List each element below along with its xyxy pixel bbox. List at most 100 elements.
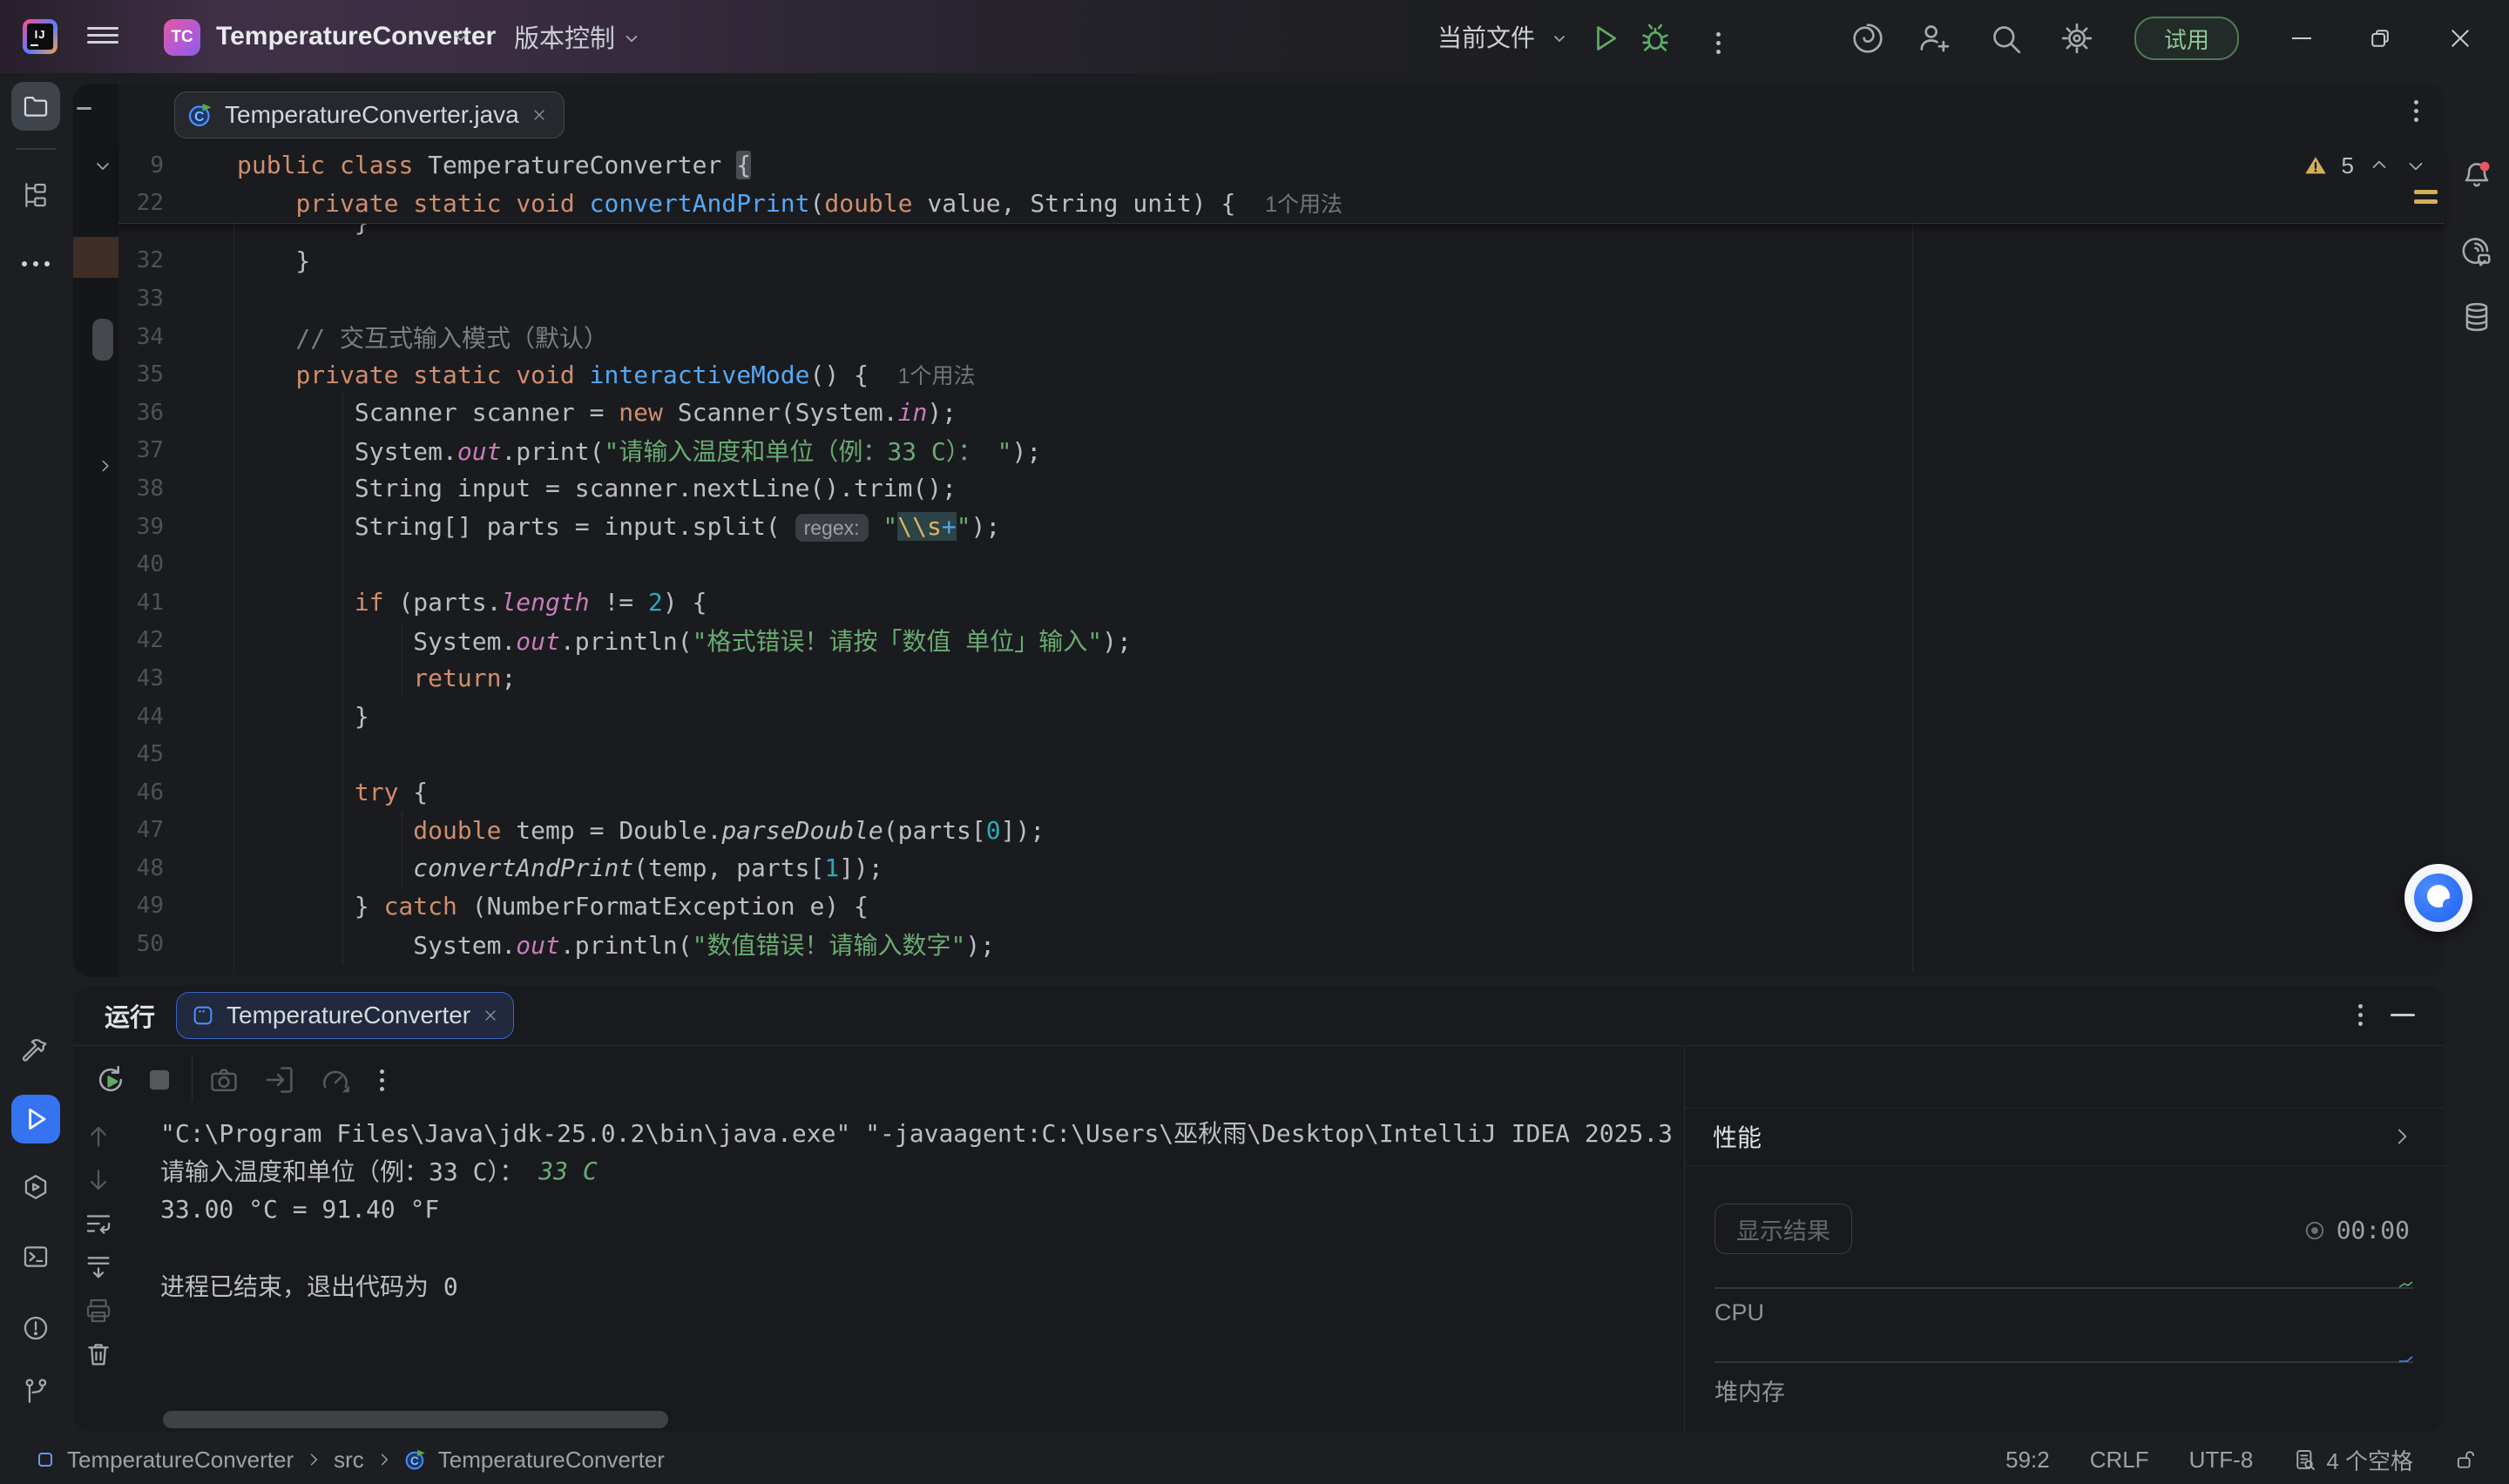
code-line[interactable]: 46 try { xyxy=(118,773,2445,812)
editor-tab-options-icon[interactable] xyxy=(2414,96,2418,126)
next-warning-icon[interactable] xyxy=(2404,154,2427,177)
code-line[interactable]: 40 xyxy=(118,545,2445,583)
sidebar-item-terminal[interactable] xyxy=(11,1232,60,1281)
stop-icon[interactable] xyxy=(143,1063,176,1096)
floating-assistant-ball[interactable] xyxy=(2404,864,2472,932)
code-line[interactable]: 37 System.out.print("请输入温度和单位（例：33 C）： "… xyxy=(118,432,2445,470)
line-number[interactable]: 40 xyxy=(118,551,164,577)
code-line[interactable]: 33 xyxy=(118,280,2445,318)
code-line[interactable]: 45 xyxy=(118,735,2445,773)
sidebar-item-run[interactable] xyxy=(11,1095,60,1143)
fold-chevron-down-icon[interactable] xyxy=(92,156,113,177)
performance-header[interactable]: 性能 xyxy=(1685,1108,2445,1166)
main-menu-icon[interactable] xyxy=(87,23,118,51)
breadcrumb-src[interactable]: src xyxy=(334,1447,364,1474)
print-icon[interactable] xyxy=(84,1296,113,1325)
line-number[interactable]: 44 xyxy=(118,704,164,730)
line-number[interactable]: 33 xyxy=(118,286,164,312)
project-avatar[interactable]: TC xyxy=(164,19,200,56)
previous-warning-icon[interactable] xyxy=(2368,154,2391,177)
line-number[interactable]: 38 xyxy=(118,476,164,502)
restore-window-button[interactable] xyxy=(2364,23,2396,54)
sidebar-item-build[interactable] xyxy=(11,1027,60,1076)
rerun-icon[interactable] xyxy=(94,1063,127,1096)
code-line[interactable]: 36 Scanner scanner = new Scanner(System.… xyxy=(118,394,2445,432)
clear-console-icon[interactable] xyxy=(84,1339,113,1369)
profiler-icon[interactable] xyxy=(319,1063,352,1096)
arrow-up-icon[interactable] xyxy=(84,1122,113,1151)
line-number[interactable]: 32 xyxy=(118,247,164,273)
run-window-options-icon[interactable] xyxy=(2358,1000,2363,1030)
search-icon[interactable] xyxy=(1988,21,2023,56)
code-line[interactable]: 44 } xyxy=(118,698,2445,736)
line-number[interactable]: 41 xyxy=(118,590,164,616)
expand-chevron-right-icon[interactable] xyxy=(2391,1125,2413,1148)
fold-marker[interactable] xyxy=(77,107,91,110)
code-line[interactable]: 47 double temp = Double.parseDouble(part… xyxy=(118,812,2445,850)
unlocked-icon[interactable] xyxy=(2453,1447,2478,1472)
run-configuration-tab[interactable]: TemperatureConverter xyxy=(176,992,514,1039)
console-output[interactable]: "C:\Program Files\Java\jdk-25.0.2\bin\ja… xyxy=(160,1113,1676,1305)
camera-snapshot-icon[interactable] xyxy=(207,1063,240,1096)
line-number[interactable]: 9 xyxy=(118,152,164,179)
console-line[interactable]: 进程已结束，退出代码为 0 xyxy=(160,1266,1676,1305)
indent-config[interactable]: 4 个空格 xyxy=(2293,1444,2413,1476)
soft-wrap-icon[interactable] xyxy=(84,1209,113,1238)
ai-chat-icon[interactable] xyxy=(2455,230,2499,273)
scrollbar-thumb[interactable] xyxy=(92,319,113,361)
toolbar-more-icon[interactable] xyxy=(380,1065,384,1096)
debug-button[interactable] xyxy=(1638,21,1673,56)
inspections-widget[interactable]: 5 xyxy=(2303,146,2427,185)
add-user-icon[interactable] xyxy=(1917,21,1951,56)
trial-badge[interactable]: 试用 xyxy=(2134,17,2239,60)
code-line[interactable]: 43 return; xyxy=(118,659,2445,698)
notifications-bell-icon[interactable] xyxy=(2455,153,2499,197)
breadcrumb-project[interactable]: TemperatureConverter xyxy=(67,1447,294,1474)
highlighting-level-icon[interactable] xyxy=(2414,190,2438,209)
fold-chevron-right-icon[interactable] xyxy=(96,456,115,476)
close-run-tab-icon[interactable] xyxy=(482,1007,499,1024)
code-line[interactable]: } xyxy=(118,223,2445,242)
sidebar-item-project[interactable] xyxy=(11,82,60,131)
line-number[interactable]: 46 xyxy=(118,779,164,806)
line-number[interactable]: 49 xyxy=(118,893,164,919)
console-horizontal-scrollbar[interactable] xyxy=(163,1411,668,1428)
sidebar-more-tool-windows[interactable] xyxy=(11,239,60,288)
console-line[interactable]: 33.00 °C = 91.40 °F xyxy=(160,1190,1676,1228)
hide-tool-window-button[interactable] xyxy=(2391,1014,2415,1016)
run-button[interactable] xyxy=(1587,21,1622,56)
file-encoding[interactable]: UTF-8 xyxy=(2189,1447,2254,1474)
close-tab-icon[interactable] xyxy=(531,106,548,124)
console-line[interactable]: 请输入温度和单位（例：33 C）： 33 C xyxy=(160,1151,1676,1190)
console-line[interactable]: "C:\Program Files\Java\jdk-25.0.2\bin\ja… xyxy=(160,1113,1676,1151)
code-line[interactable]: 39 String[] parts = input.split( regex: … xyxy=(118,508,2445,546)
sidebar-item-services[interactable] xyxy=(11,1163,60,1211)
sticky-line[interactable]: 9public class TemperatureConverter { xyxy=(118,146,2445,185)
code-line[interactable]: 50 System.out.println("数值错误！请输入数字"); xyxy=(118,925,2445,963)
line-number[interactable]: 45 xyxy=(118,741,164,767)
code-line[interactable]: 49 } catch (NumberFormatException e) { xyxy=(118,887,2445,926)
line-number[interactable]: 37 xyxy=(118,437,164,463)
sidebar-item-problems[interactable] xyxy=(11,1304,60,1352)
run-configuration-selector[interactable]: 当前文件 xyxy=(1437,0,1535,73)
line-number[interactable]: 43 xyxy=(118,665,164,691)
line-number[interactable]: 47 xyxy=(118,817,164,843)
sidebar-item-version-control[interactable] xyxy=(11,1366,60,1415)
show-results-button[interactable]: 显示结果 xyxy=(1714,1204,1852,1254)
arrow-down-icon[interactable] xyxy=(84,1165,113,1195)
line-number[interactable]: 39 xyxy=(118,514,164,540)
database-icon[interactable] xyxy=(2455,295,2499,339)
line-number[interactable]: 42 xyxy=(118,627,164,653)
line-number[interactable]: 48 xyxy=(118,855,164,881)
line-number[interactable]: 34 xyxy=(118,324,164,350)
line-number[interactable]: 50 xyxy=(118,931,164,957)
line-ending[interactable]: CRLF xyxy=(2090,1447,2149,1474)
code-line[interactable]: 35 private static void interactiveMode()… xyxy=(118,355,2445,394)
import-thread-dump-icon[interactable] xyxy=(263,1063,296,1096)
line-number[interactable]: 36 xyxy=(118,400,164,426)
sidebar-item-structure[interactable] xyxy=(11,171,60,219)
code-line[interactable]: 41 if (parts.length != 2) { xyxy=(118,583,2445,622)
minimize-window-button[interactable] xyxy=(2286,23,2317,54)
editor-tab[interactable]: C TemperatureConverter.java xyxy=(174,91,565,138)
code-line[interactable]: 34 // 交互式输入模式（默认） xyxy=(118,318,2445,356)
